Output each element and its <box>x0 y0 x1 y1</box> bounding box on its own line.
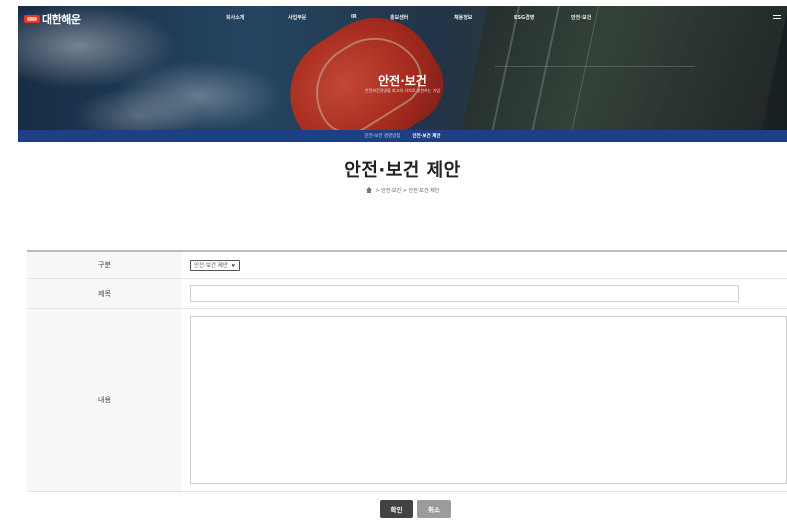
content-label: 내용 <box>27 309 182 491</box>
global-nav: 회사소개 사업부문 IR 홍보센터 채용정보 ESG경영 안전·보건 <box>18 14 787 24</box>
subnav-item-proposal[interactable]: 안전·보건 제안 <box>412 133 440 139</box>
category-label: 구분 <box>27 252 182 278</box>
home-icon[interactable] <box>365 187 372 193</box>
hero-banner: 대한해운 회사소개 사업부문 IR 홍보센터 채용정보 ESG경영 안전·보건 … <box>18 6 787 130</box>
proposal-form: 구분 안전·보건 제안 ∨ 제목 내용 <box>27 250 787 492</box>
menu-icon[interactable] <box>773 15 781 19</box>
nav-item-pr[interactable]: 홍보센터 <box>390 14 408 21</box>
breadcrumb-sep: > <box>375 188 380 194</box>
cancel-button[interactable]: 취소 <box>417 500 451 518</box>
sub-navigation: 안전·보건 경영방침 안전·보건 제안 <box>18 130 787 142</box>
content-textarea[interactable] <box>190 316 787 484</box>
breadcrumb: > 안전·보건 > 안전·보건 제안 <box>18 187 787 194</box>
breadcrumb-sep: > <box>402 188 407 194</box>
category-select[interactable]: 안전·보건 제안 ∨ <box>190 259 240 271</box>
nav-item-recruit[interactable]: 채용정보 <box>454 14 472 21</box>
nav-item-safety[interactable]: 안전·보건 <box>571 14 591 21</box>
hero-subtitle: 안전보건경영을 최고의 가치로 실천하는 기업 <box>364 88 440 93</box>
nav-item-esg[interactable]: ESG경영 <box>514 14 534 21</box>
title-input[interactable] <box>190 285 739 302</box>
form-row-content: 내용 <box>27 309 787 492</box>
nav-item-ir[interactable]: IR <box>351 14 357 20</box>
form-row-title: 제목 <box>27 279 787 309</box>
title-label: 제목 <box>27 279 182 308</box>
subnav-item-policy[interactable]: 안전·보건 경영방침 <box>364 133 400 139</box>
form-buttons: 확인 취소 <box>380 500 451 518</box>
breadcrumb-item-safety[interactable]: 안전·보건 <box>381 188 401 194</box>
confirm-button[interactable]: 확인 <box>380 500 413 518</box>
nav-item-business[interactable]: 사업부문 <box>288 14 306 21</box>
page-title: 안전·보건 제안 <box>344 160 461 181</box>
category-select-value: 안전·보건 제안 <box>194 263 228 269</box>
form-row-category: 구분 안전·보건 제안 ∨ <box>27 252 787 279</box>
breadcrumb-item-proposal[interactable]: 안전·보건 제안 <box>409 188 440 194</box>
chevron-down-icon: ∨ <box>230 262 236 268</box>
nav-item-company[interactable]: 회사소개 <box>226 14 244 21</box>
hero-title: 안전·보건 <box>378 74 427 88</box>
